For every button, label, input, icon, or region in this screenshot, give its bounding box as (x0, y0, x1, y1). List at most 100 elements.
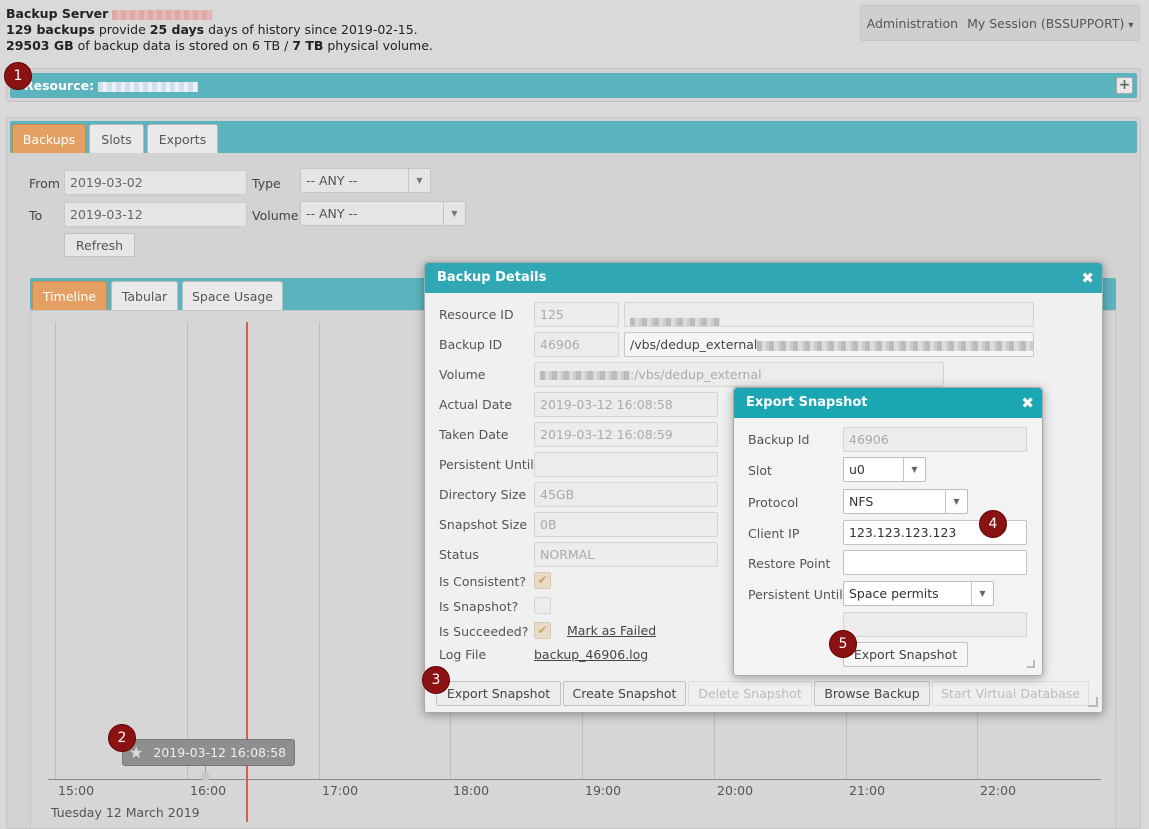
redacted-resource-name (98, 81, 199, 92)
caret-down-icon: ▾ (1128, 19, 1134, 31)
type-select[interactable]: -- ANY -- ▼ (300, 168, 431, 193)
client-ip-label: Client IP (748, 526, 800, 541)
export-snapshot-title: Export Snapshot (746, 395, 868, 410)
start-virtual-database-button[interactable]: Start Virtual Database (932, 681, 1089, 706)
chevron-down-icon: ▼ (903, 458, 925, 481)
my-session-menu[interactable]: My Session (BSSUPPORT) ▾ (967, 16, 1133, 31)
export-snapshot-submit-button[interactable]: Export Snapshot (843, 642, 968, 667)
timeline-tick: 20:00 (717, 783, 754, 798)
timeline-event-label: 2019-03-12 16:08:58 (153, 745, 287, 760)
export-backup-id-field: 46906 (843, 427, 1027, 452)
close-icon[interactable]: ✖ (1021, 388, 1034, 418)
main-tab-bar: Backups Slots Exports (10, 121, 1137, 153)
volume-path-value: :/vbs/dedup_external (630, 367, 762, 382)
timeline-tick: 21:00 (849, 783, 886, 798)
is-consistent-checkbox: ✔ (534, 572, 551, 589)
tab-tabular[interactable]: Tabular (111, 281, 178, 310)
tab-slots[interactable]: Slots (89, 124, 144, 153)
close-icon[interactable]: ✖ (1081, 263, 1094, 293)
delete-snapshot-button[interactable]: Delete Snapshot (688, 681, 812, 706)
actual-date-label: Actual Date (439, 397, 513, 412)
persistent-until-select[interactable]: Space permits ▼ (843, 581, 994, 606)
restore-point-input[interactable] (843, 550, 1027, 575)
status-field: NORMAL (534, 542, 718, 567)
my-session-label: My Session (BSSUPPORT) (967, 15, 1125, 31)
backup-details-title: Backup Details (437, 270, 547, 285)
is-consistent-label: Is Consistent? (439, 574, 527, 589)
persistent-until-label: Persistent Until (439, 457, 534, 472)
type-select-value: -- ANY -- (306, 173, 358, 188)
redacted-resource-name (630, 318, 720, 326)
summary-text: of backup data is stored on 6 TB / (77, 38, 289, 53)
restore-point-label: Restore Point (748, 556, 831, 571)
slot-select[interactable]: u0 ▼ (843, 457, 926, 482)
from-label: From (29, 176, 60, 191)
chevron-down-icon: ▼ (971, 582, 993, 605)
export-snapshot-header: Export Snapshot ✖ (734, 388, 1042, 418)
check-icon: ✔ (537, 573, 548, 587)
backup-path-field: /vbs/dedup_external (624, 332, 1034, 357)
resource-bar[interactable]: Resource: (10, 73, 1137, 98)
summary-text: provide (98, 22, 146, 37)
directory-size-label: Directory Size (439, 487, 527, 502)
physical-volume-size: 7 TB (292, 38, 324, 53)
redacted-server-name (112, 9, 213, 20)
log-file-label: Log File (439, 647, 487, 662)
timeline-tick: 18:00 (453, 783, 490, 798)
backup-id-label: Backup Id (748, 432, 810, 447)
snapshot-size-field: 0B (534, 512, 718, 537)
timeline-gridline (319, 322, 320, 779)
create-snapshot-button[interactable]: Create Snapshot (563, 681, 686, 706)
mark-as-failed-link[interactable]: Mark as Failed (567, 623, 656, 638)
tab-exports[interactable]: Exports (147, 124, 218, 153)
slot-label: Slot (748, 463, 772, 478)
volume-label: Volume (252, 208, 299, 223)
tab-space-usage[interactable]: Space Usage (182, 281, 283, 310)
to-label: To (29, 208, 43, 223)
tab-backups[interactable]: Backups (12, 124, 86, 153)
timeline-tick: 22:00 (980, 783, 1017, 798)
timeline-gridline (187, 322, 188, 779)
history-days: 25 days (149, 22, 205, 37)
taken-date-label: Taken Date (439, 427, 509, 442)
top-nav: Administration My Session (BSSUPPORT) ▾ (860, 5, 1140, 41)
slot-select-value: u0 (849, 462, 865, 477)
chevron-down-icon: ▼ (443, 202, 465, 225)
persistent-until-value: Space permits (849, 586, 939, 601)
administration-link[interactable]: Administration (867, 16, 958, 31)
resource-id-label: Resource ID (439, 307, 514, 322)
snapshot-size-label: Snapshot Size (439, 517, 528, 532)
directory-size-field: 45GB (534, 482, 718, 507)
resource-name-field (624, 302, 1034, 327)
timeline-tick: 19:00 (585, 783, 622, 798)
export-snapshot-button[interactable]: Export Snapshot (436, 681, 561, 706)
to-date-input[interactable]: 2019-03-12 (64, 202, 247, 227)
resize-handle-icon[interactable] (1088, 697, 1098, 707)
persistent-until-field (534, 452, 718, 477)
backup-id-label: Backup ID (439, 337, 503, 352)
chevron-down-icon: ▼ (945, 490, 967, 513)
resource-label: Resource: (24, 78, 95, 93)
taken-date-field: 2019-03-12 16:08:59 (534, 422, 718, 447)
backup-path-value: /vbs/dedup_external (630, 337, 758, 352)
browse-backup-button[interactable]: Browse Backup (814, 681, 930, 706)
expand-resource-button[interactable]: + (1116, 77, 1133, 94)
timeline-tick: 16:00 (190, 783, 227, 798)
backup-details-header: Backup Details ✖ (425, 263, 1102, 293)
tab-timeline[interactable]: Timeline (32, 281, 107, 310)
is-snapshot-checkbox (534, 597, 551, 614)
volume-label: Volume (439, 367, 486, 382)
redacted-volume-host (540, 371, 630, 380)
callout-3: 3 (422, 666, 450, 694)
backup-count: 129 backups (6, 22, 95, 37)
event-dot (201, 772, 210, 781)
from-date-input[interactable]: 2019-03-02 (64, 170, 247, 195)
volume-select[interactable]: -- ANY -- ▼ (300, 201, 466, 226)
timeline-event[interactable]: ★ 2019-03-12 16:08:58 (122, 739, 295, 766)
log-file-link[interactable]: backup_46906.log (534, 647, 648, 662)
type-label: Type (252, 176, 281, 191)
resize-handle-icon[interactable] (1027, 660, 1035, 668)
refresh-button[interactable]: Refresh (64, 233, 135, 257)
protocol-select[interactable]: NFS ▼ (843, 489, 968, 514)
backup-id-field: 46906 (534, 332, 619, 357)
